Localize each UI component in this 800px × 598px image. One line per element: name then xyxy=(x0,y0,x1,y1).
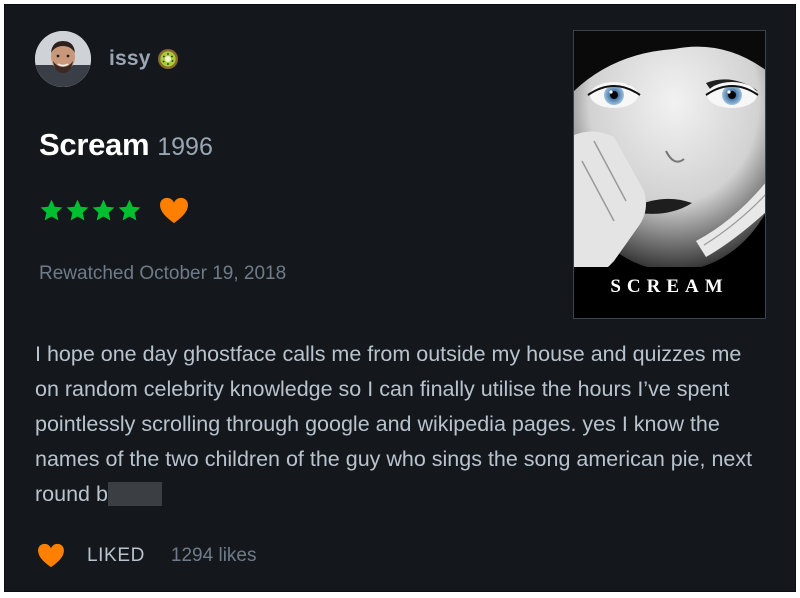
star-icon xyxy=(40,199,63,221)
like-heart-icon[interactable] xyxy=(37,543,65,568)
film-title[interactable]: Scream xyxy=(39,127,150,163)
star-icon xyxy=(118,199,141,221)
poster-title: SCREAM xyxy=(610,276,729,297)
film-title-row: Scream 1996 xyxy=(39,127,213,163)
likes-count[interactable]: 1294 likes xyxy=(171,545,257,567)
review-body: I hope one day ghostface calls me from o… xyxy=(35,337,755,512)
heart-icon xyxy=(160,197,188,224)
kiwi-icon xyxy=(157,48,179,70)
liked-label[interactable]: LIKED xyxy=(87,545,145,567)
watched-date: Rewatched October 19, 2018 xyxy=(39,263,287,284)
film-year[interactable]: 1996 xyxy=(157,133,213,162)
review-card: issy Scream 1996 Rewatched October 19, 2… xyxy=(4,4,796,592)
redacted-text xyxy=(107,482,162,506)
star-icon xyxy=(92,199,115,221)
review-footer: LIKED 1294 likes xyxy=(37,543,256,568)
username[interactable]: issy xyxy=(109,47,151,71)
avatar[interactable] xyxy=(35,31,91,87)
film-poster[interactable]: SCREAM xyxy=(573,30,766,319)
rating-row xyxy=(39,197,189,224)
star-icon xyxy=(66,199,89,221)
review-header: issy xyxy=(35,31,179,87)
